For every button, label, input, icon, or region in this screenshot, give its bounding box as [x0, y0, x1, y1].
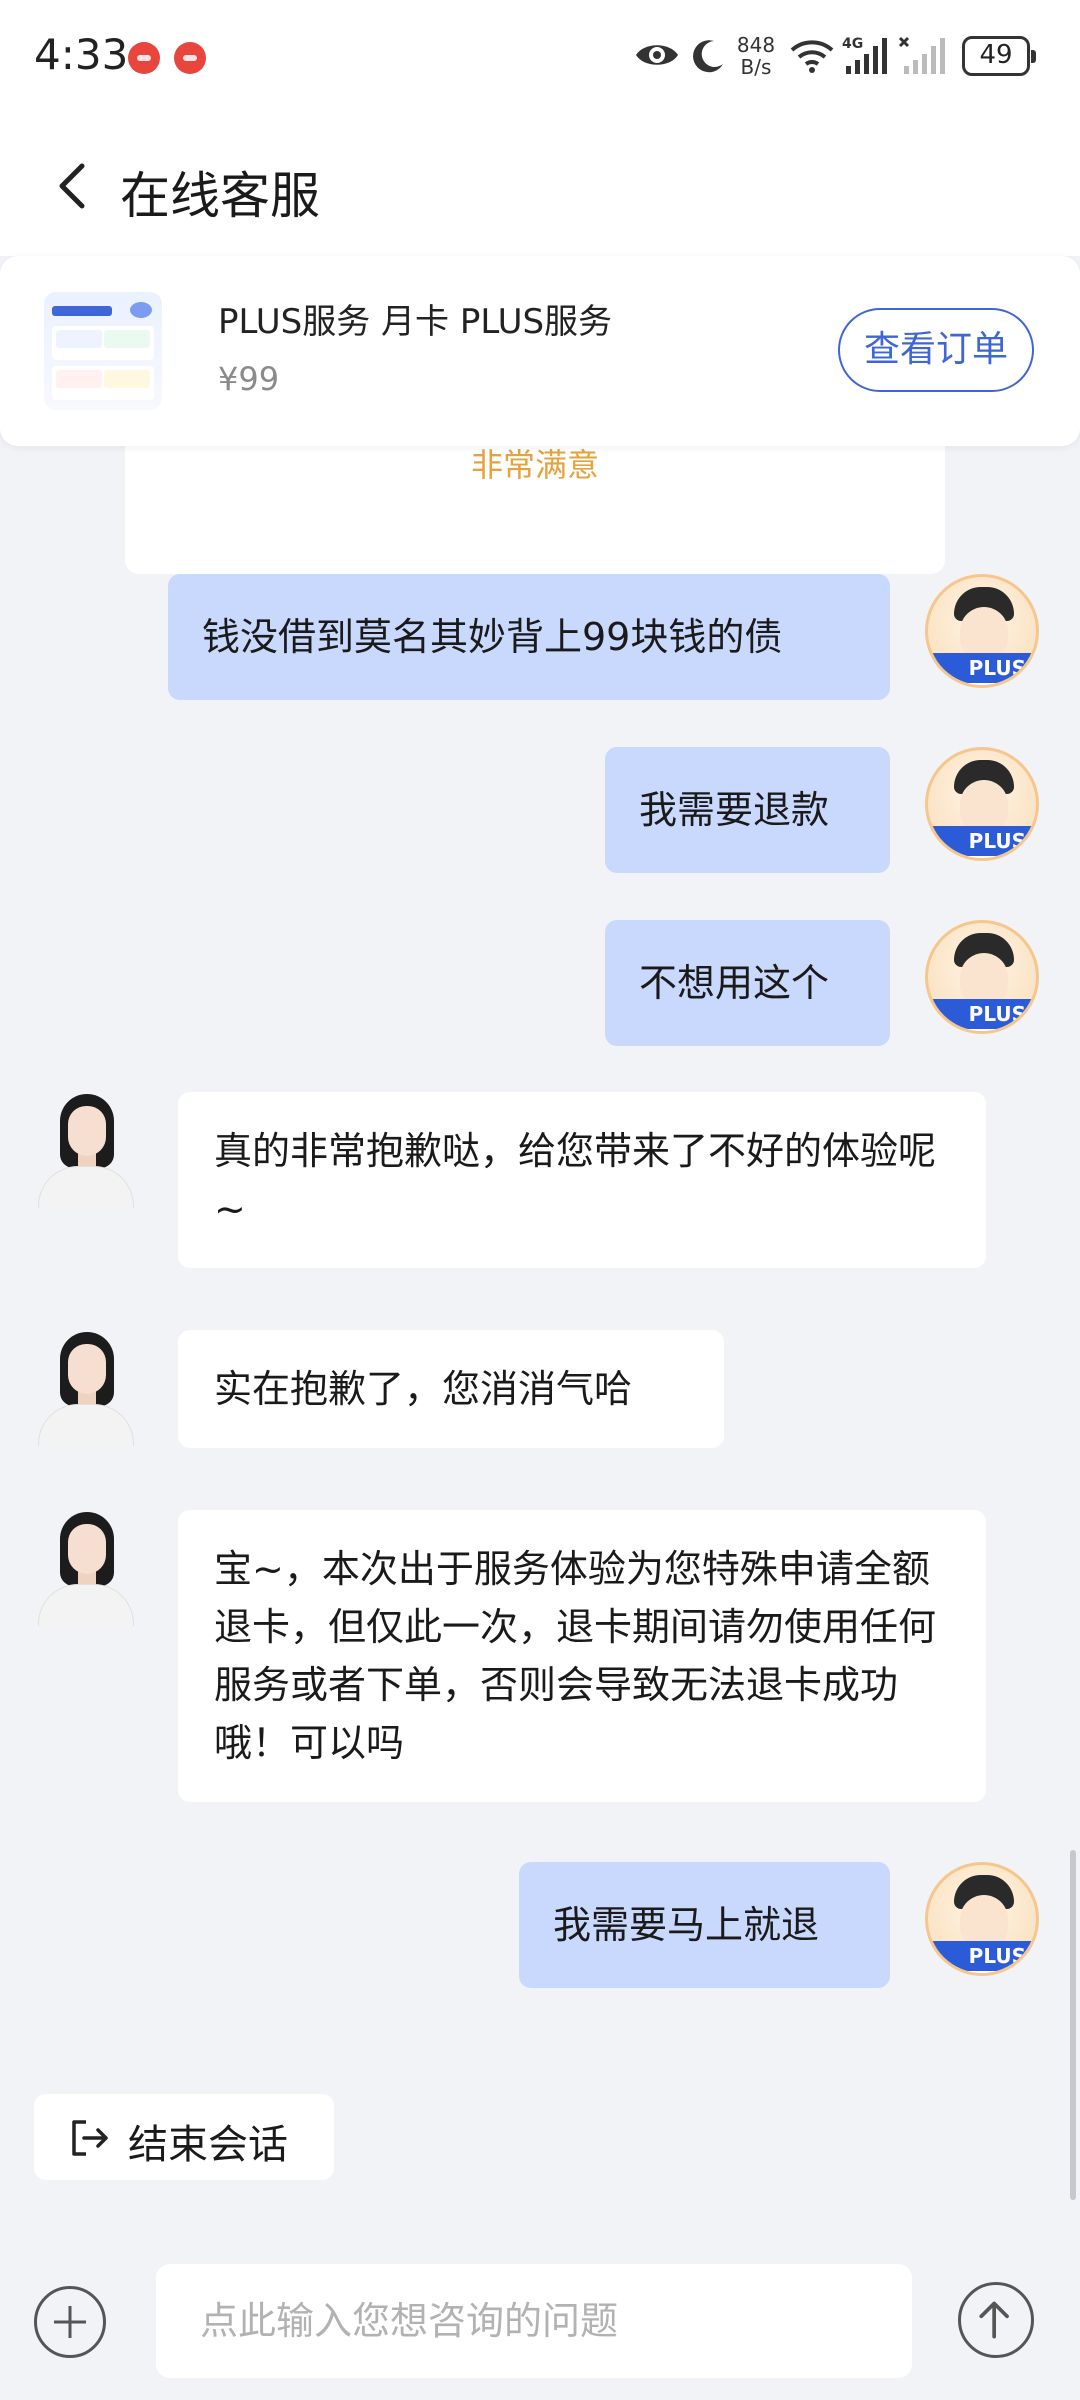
product-price: ¥99: [218, 360, 280, 398]
agent-message-bubble: 宝~，本次出于服务体验为您特殊申请全额退卡，但仅此一次，退卡期间请勿使用任何服务…: [178, 1510, 986, 1802]
wifi-icon: [790, 40, 834, 73]
page-title: 在线客服: [120, 167, 320, 225]
end-chat-button[interactable]: 结束会话: [34, 2094, 334, 2180]
input-bar: [0, 2246, 1080, 2400]
user-message-bubble: 不想用这个: [605, 920, 890, 1046]
network-speed: 848 B/s: [734, 34, 778, 78]
agent-avatar[interactable]: [34, 1094, 138, 1208]
app-header: 在线客服: [0, 118, 1080, 256]
user-message-bubble: 我需要马上就退: [519, 1862, 890, 1988]
user-avatar[interactable]: PLUS: [925, 1862, 1039, 1976]
rating-label: 非常满意: [470, 446, 599, 484]
notification-icon: [174, 42, 206, 74]
status-icons: 848 B/s 4G 49: [630, 30, 1050, 86]
arrow-up-circle-icon[interactable]: [958, 2282, 1034, 2358]
plus-badge: PLUS: [930, 653, 1036, 683]
message-input[interactable]: [156, 2264, 912, 2378]
status-time: 4:33: [34, 30, 129, 79]
eye-icon: [636, 45, 678, 65]
rating-card: 非常满意: [125, 446, 945, 574]
plus-badge: PLUS: [930, 1941, 1036, 1971]
svg-text:4G: 4G: [842, 36, 863, 52]
speed-value: 848: [736, 33, 776, 57]
order-card[interactable]: PLUS服务 月卡 PLUS服务 ¥99 查看订单: [0, 256, 1080, 446]
chat-message-list[interactable]: 非常满意 钱没借到莫名其妙背上99块钱的债 PLUS 我需要退款 PLUS 不想…: [0, 446, 1080, 2246]
product-thumbnail: [44, 292, 162, 410]
view-order-button[interactable]: 查看订单: [838, 308, 1034, 392]
signal-4g-icon: 4G: [842, 36, 887, 74]
user-message-bubble: 我需要退款: [605, 747, 890, 873]
product-name: PLUS服务 月卡 PLUS服务: [218, 302, 613, 342]
agent-avatar[interactable]: [34, 1332, 138, 1446]
plus-badge: PLUS: [930, 999, 1036, 1029]
scrollbar[interactable]: [1070, 1850, 1076, 2200]
end-chat-label: 结束会话: [128, 2122, 288, 2168]
plus-badge: PLUS: [930, 826, 1036, 856]
moon-icon: [693, 40, 723, 73]
battery-indicator: 49: [962, 36, 1036, 76]
user-avatar[interactable]: PLUS: [925, 920, 1039, 1034]
signal-none-icon: [898, 36, 945, 74]
agent-message-bubble: 真的非常抱歉哒，给您带来了不好的体验呢~: [178, 1092, 986, 1268]
exit-icon: [72, 2120, 108, 2156]
speed-unit: B/s: [740, 55, 772, 79]
notification-icon: [128, 42, 160, 74]
agent-message-bubble: 实在抱歉了，您消消气哈: [178, 1330, 724, 1448]
user-avatar[interactable]: PLUS: [925, 747, 1039, 861]
user-avatar[interactable]: PLUS: [925, 574, 1039, 688]
agent-avatar[interactable]: [34, 1512, 138, 1626]
chevron-left-icon[interactable]: [48, 158, 100, 214]
status-bar: 4:33 848 B/s 4G 49: [0, 0, 1080, 118]
user-message-bubble: 钱没借到莫名其妙背上99块钱的债: [168, 574, 890, 700]
plus-circle-icon[interactable]: [34, 2286, 106, 2358]
